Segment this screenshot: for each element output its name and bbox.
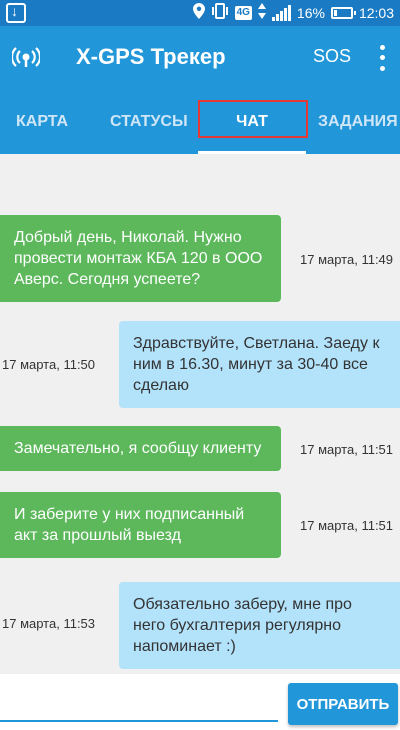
message-bubble-outgoing: Обязательно заберу, мне про него бухгалт… bbox=[119, 582, 400, 669]
send-button[interactable]: ОТПРАВИТЬ bbox=[288, 683, 398, 725]
app-title: X-GPS Трекер bbox=[76, 44, 226, 69]
message-bubble-incoming: И заберите у них подписанный акт за прош… bbox=[0, 492, 281, 558]
message-timestamp: 17 марта, 11:53 bbox=[2, 616, 96, 631]
more-vert-icon[interactable] bbox=[374, 42, 390, 74]
tab-bar: КАРТА СТАТУСЫ ЧАТ ЗАДАНИЯ bbox=[0, 90, 400, 154]
tab-tasks[interactable]: ЗАДАНИЯ bbox=[318, 90, 398, 154]
message-composer: ОТПРАВИТЬ bbox=[0, 674, 400, 730]
tab-map[interactable]: КАРТА bbox=[16, 90, 68, 154]
app-toolbar: X-GPS Трекер SOS bbox=[0, 26, 400, 90]
location-icon bbox=[192, 2, 205, 24]
data-arrows-icon bbox=[257, 2, 266, 24]
message-timestamp: 17 марта, 11:50 bbox=[2, 357, 96, 372]
message-timestamp: 17 марта, 11:51 bbox=[300, 518, 394, 533]
message-bubble-incoming: Замечательно, я сообщу клиенту bbox=[0, 426, 281, 471]
signal-icon bbox=[271, 5, 291, 21]
message-input[interactable] bbox=[0, 684, 278, 722]
network-4g-icon: 4G bbox=[234, 6, 252, 20]
message-timestamp: 17 марта, 11:51 bbox=[300, 442, 394, 457]
tab-statuses[interactable]: СТАТУСЫ bbox=[110, 90, 188, 154]
clock: 12:03 bbox=[358, 5, 394, 21]
status-bar: 4G 16% 12:03 bbox=[0, 0, 400, 26]
battery-percent: 16% bbox=[296, 5, 325, 21]
sos-button[interactable]: SOS bbox=[313, 46, 351, 67]
message-timestamp: 17 марта, 11:49 bbox=[300, 252, 394, 267]
message-bubble-incoming: Добрый день, Николай. Нужно провести мон… bbox=[0, 215, 281, 302]
download-icon bbox=[6, 3, 26, 23]
battery-icon bbox=[330, 7, 356, 19]
message-bubble-outgoing: Здравствуйте, Светлана. Заеду к ним в 16… bbox=[119, 321, 400, 408]
vibrate-icon bbox=[211, 2, 229, 24]
chat-messages: Добрый день, Николай. Нужно провести мон… bbox=[0, 154, 400, 674]
gps-signal-icon bbox=[10, 46, 42, 70]
battery-level bbox=[333, 10, 337, 16]
tab-highlight-frame bbox=[198, 100, 308, 138]
